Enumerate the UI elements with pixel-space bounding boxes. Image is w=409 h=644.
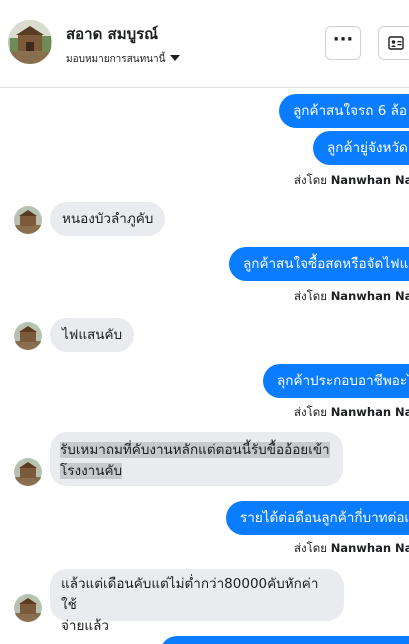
avatar-photo bbox=[8, 20, 52, 64]
contact-message-avatar bbox=[14, 206, 42, 234]
avatar-photo bbox=[14, 206, 42, 234]
sent-by-label: ส่งโดย Nanwhan Nan bbox=[294, 172, 409, 190]
sent-by-prefix: ส่งโดย bbox=[294, 289, 328, 303]
contact-name[interactable]: สอาด สมบูรณ์ bbox=[66, 22, 158, 46]
incoming-message[interactable]: หนองบัวลำภูคับ bbox=[50, 202, 166, 236]
avatar-photo bbox=[14, 458, 42, 486]
outgoing-message[interactable]: ลูกค้าสนใจซื้อสดหรือจัดไฟแ bbox=[229, 247, 409, 281]
conversation-header: สอาด สมบูรณ์ มอบหมายการสนทนานี้ ··· bbox=[0, 0, 409, 88]
more-dots-icon: ··· bbox=[332, 28, 354, 50]
contact-avatar[interactable] bbox=[8, 20, 52, 64]
outgoing-message[interactable]: ลูกค้ายู่จังหวัด bbox=[313, 131, 409, 165]
assign-conversation-dropdown[interactable]: มอบหมายการสนทนานี้ bbox=[66, 52, 181, 67]
outgoing-message-partial[interactable] bbox=[160, 636, 409, 644]
message-line: จ่ายแล้ว bbox=[61, 618, 109, 634]
contact-message-avatar bbox=[14, 594, 42, 622]
avatar-photo bbox=[14, 594, 42, 622]
message-line: แล้วแต่เดือนคับแต่ไม่ต่ำกว่า80000คับหักค… bbox=[61, 576, 319, 613]
more-options-button[interactable]: ··· bbox=[325, 26, 361, 60]
caret-down-icon bbox=[170, 55, 181, 61]
id-card-icon bbox=[388, 36, 404, 50]
incoming-message[interactable]: รับเหมาถมที่คับงานหลักแต่ตอนนี้รับขื้ออ้… bbox=[50, 432, 343, 486]
avatar-photo bbox=[14, 322, 42, 350]
outgoing-message[interactable]: รายได้ต่อดือนลูกค้ากี่บาทต่อเ bbox=[226, 501, 409, 535]
message-line: โรงงานคับ bbox=[60, 463, 123, 479]
message-line: รับเหมาถมที่คับงานหลักแต่ตอนนี้รับขื้ออ้… bbox=[60, 442, 330, 458]
sent-by-prefix: ส่งโดย bbox=[294, 173, 328, 187]
incoming-message[interactable]: ไฟแสนคับ bbox=[50, 318, 135, 352]
sent-by-sender: Nanwhan Nan bbox=[330, 541, 409, 555]
sent-by-prefix: ส่งโดย bbox=[294, 405, 328, 419]
sent-by-sender: Nanwhan Nan bbox=[330, 405, 409, 419]
sent-by-label: ส่งโดย Nanwhan Nan bbox=[294, 404, 409, 422]
assign-conversation-label: มอบหมายการสนทนานี้ bbox=[66, 54, 166, 65]
outgoing-message[interactable]: ลูกค้าสนใจรถ 6 ล้อ bbox=[279, 94, 409, 128]
sent-by-label: ส่งโดย Nanwhan Nan bbox=[294, 288, 409, 306]
contact-message-avatar bbox=[14, 458, 42, 486]
sent-by-sender: Nanwhan Nan bbox=[330, 173, 409, 187]
sent-by-label: ส่งโดย Nanwhan Nan bbox=[294, 540, 409, 558]
outgoing-message[interactable]: ลุกค้าประกอบอาชีพอะไ bbox=[263, 364, 409, 398]
contact-message-avatar bbox=[14, 322, 42, 350]
profile-card-button[interactable] bbox=[378, 26, 409, 60]
sent-by-sender: Nanwhan Nan bbox=[330, 289, 409, 303]
incoming-message[interactable]: แล้วแต่เดือนคับแต่ไม่ต่ำกว่า80000คับหักค… bbox=[50, 569, 344, 634]
sent-by-prefix: ส่งโดย bbox=[294, 541, 328, 555]
messenger-conversation: สอาด สมบูรณ์ มอบหมายการสนทนานี้ ··· ลูกค… bbox=[0, 0, 409, 644]
